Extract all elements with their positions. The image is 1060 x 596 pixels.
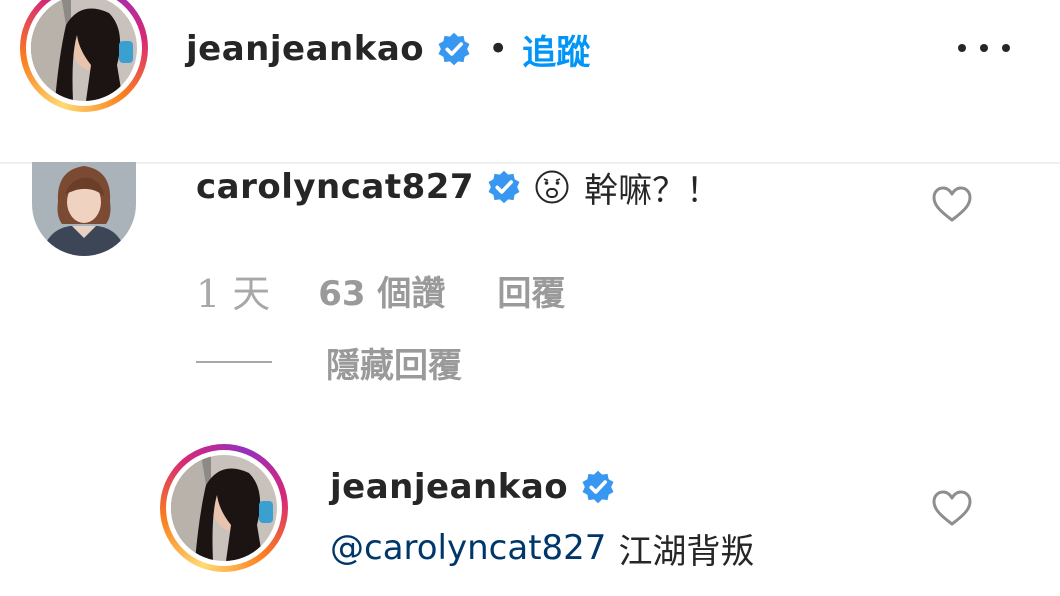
reply-user-line: jeanjeankao <box>330 462 616 512</box>
commenter-avatar[interactable] <box>32 162 136 256</box>
like-heart-icon[interactable] <box>930 184 974 224</box>
reply-author-username[interactable]: jeanjeankao <box>330 467 568 507</box>
verified-badge-icon <box>582 470 614 504</box>
comment-like-count[interactable]: 63 個讚 <box>318 266 445 315</box>
reply-text: 江湖背叛 <box>618 531 755 572</box>
like-heart-icon[interactable] <box>930 488 974 528</box>
comment-timestamp[interactable]: 1 天 <box>196 263 270 318</box>
comment-text: 幹嘛？！ <box>584 170 721 211</box>
follow-button[interactable]: 追蹤 <box>522 25 590 74</box>
more-dot <box>1002 44 1010 52</box>
comment-meta: 1 天 63 個讚 回覆 <box>196 262 565 318</box>
author-story-ring[interactable] <box>20 0 148 112</box>
instagram-comments-view: jeanjeankao • 追蹤 carolyncat827 幹嘛？！ 1 天 … <box>0 0 1060 596</box>
more-dot <box>980 44 988 52</box>
post-header: jeanjeankao • 追蹤 <box>0 0 1060 164</box>
hide-replies-toggle[interactable]: 隱藏回覆 <box>196 338 462 386</box>
header-user-line: jeanjeankao • 追蹤 <box>186 24 590 74</box>
anguished-face-icon <box>535 170 569 204</box>
comment-line: carolyncat827 幹嘛？！ <box>196 162 720 212</box>
reply-text-line: @carolyncat827 江湖背叛 <box>330 520 754 576</box>
reply-author-story-ring[interactable] <box>160 444 288 572</box>
author-username[interactable]: jeanjeankao <box>186 29 424 69</box>
reply-author-avatar[interactable] <box>171 455 277 561</box>
verified-badge-icon <box>438 32 470 66</box>
replies-divider-line <box>196 361 272 363</box>
more-options-icon[interactable] <box>958 30 1010 66</box>
more-dot <box>958 44 966 52</box>
hide-replies-label: 隱藏回覆 <box>326 345 462 386</box>
separator-dot: • <box>488 29 509 69</box>
author-avatar[interactable] <box>31 0 137 101</box>
commenter-username[interactable]: carolyncat827 <box>196 167 474 207</box>
reply-button[interactable]: 回覆 <box>497 266 565 315</box>
verified-badge-icon <box>488 170 520 204</box>
mention-link[interactable]: @carolyncat827 <box>330 528 606 568</box>
